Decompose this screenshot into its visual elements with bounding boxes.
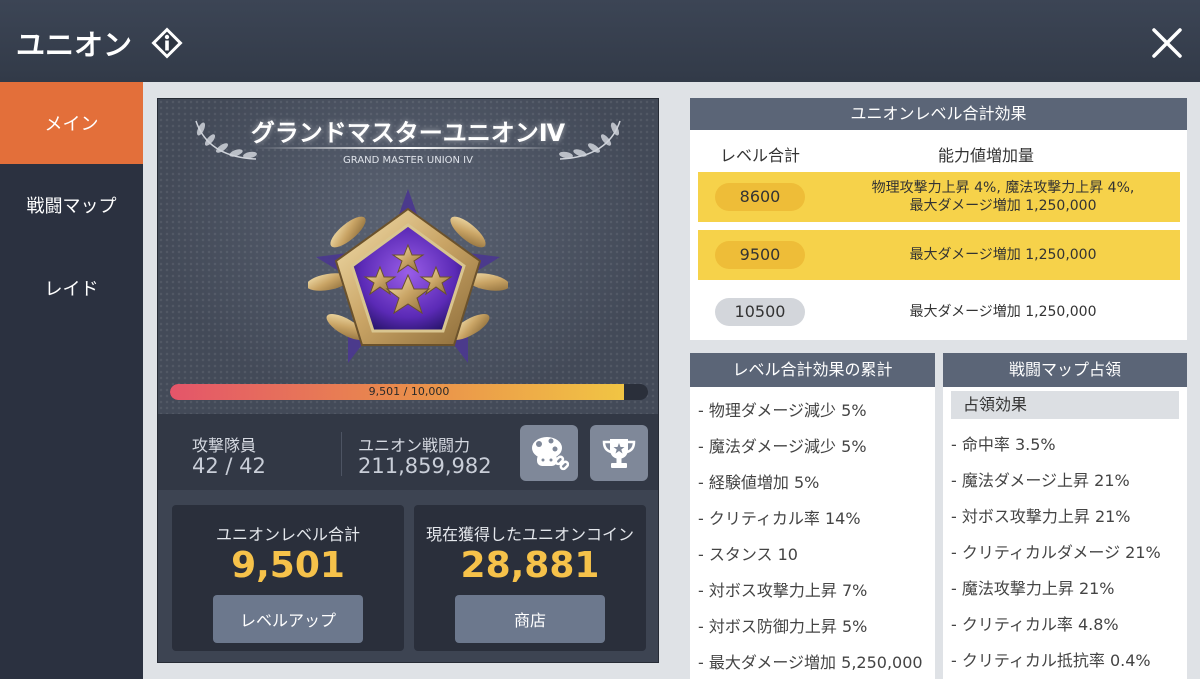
effect-text-value: 最大ダメージ増加 1,250,000 (909, 247, 1097, 263)
info-icon[interactable] (150, 26, 184, 60)
table-row: 8600 物理攻撃力上昇 4%, 魔法攻撃力上昇 4%, 最大ダメージ増加 1,… (698, 172, 1180, 222)
close-icon[interactable] (1148, 24, 1186, 62)
list-item: - クリティカル率 4.8% (951, 615, 1119, 634)
progress-text: 9,501 / 10,000 (368, 385, 450, 398)
effect-text: 最大ダメージ増加 1,250,000 (838, 230, 1168, 280)
rank-title: グランドマスターユニオンⅣ (250, 119, 566, 147)
union-power-label: ユニオン戦闘力 (358, 436, 471, 455)
list-item: - 経験値増加 5% (698, 473, 820, 492)
list-item: - クリティカル抵抗率 0.4% (951, 651, 1151, 670)
member-link-button[interactable] (520, 425, 578, 481)
occupation-title: 戦闘マップ占領 (943, 353, 1187, 387)
effect-text: 物理攻撃力上昇 4%, 魔法攻撃力上昇 4%, 最大ダメージ増加 1,250,0… (838, 172, 1168, 222)
list-item: - 対ボス防御力上昇 5% (698, 617, 868, 636)
rank-divider (253, 147, 563, 149)
cumulative-effects-panel: レベル合計効果の累計 - 物理ダメージ減少 5% - 魔法ダメージ減少 5% -… (690, 353, 935, 679)
shop-button[interactable]: 商店 (455, 595, 605, 643)
occupation-panel: 戦闘マップ占領 占領効果 - 命中率 3.5% - 魔法ダメージ上昇 21% -… (943, 353, 1187, 679)
header-bar: ユニオン (0, 0, 1200, 82)
union-card: グランドマスターユニオンⅣ GRAND MASTER UNION IV 9,50… (157, 98, 659, 663)
mushroom-link-icon (532, 437, 569, 471)
page-title: ユニオン (16, 28, 133, 62)
level-pill: 9500 (715, 241, 805, 269)
cumulative-effects-title: レベル合計効果の累計 (690, 353, 935, 387)
level-pill: 8600 (715, 183, 805, 211)
union-coin-label: 現在獲得したユニオンコイン (425, 525, 634, 544)
level-total-value: 9,501 (231, 545, 345, 586)
list-item: - クリティカルダメージ 21% (951, 543, 1161, 562)
list-item: - 魔法攻撃力上昇 21% (951, 579, 1115, 598)
list-item: - クリティカル率 14% (698, 509, 861, 528)
column-header-effect: 能力値増加量 (938, 146, 1035, 165)
effect-text: 最大ダメージ増加 1,250,000 (838, 287, 1168, 337)
effect-text-value: 物理攻撃力上昇 4%, 魔法攻撃力上昇 4%, 最大ダメージ増加 1,250,0… (871, 180, 1135, 214)
list-item: - 対ボス攻撃力上昇 7% (698, 581, 868, 600)
attack-members-value: 42 / 42 (192, 454, 266, 478)
list-item: - 魔法ダメージ減少 5% (698, 437, 867, 456)
sidebar: メイン 戦闘マップ レイド (0, 82, 143, 679)
sidebar-item-main[interactable]: メイン (0, 82, 143, 164)
level-effects-title: ユニオンレベル合計効果 (690, 98, 1187, 130)
list-item: - スタンス 10 (698, 545, 798, 564)
level-total-panel: ユニオンレベル合計 9,501 レベルアップ (172, 505, 404, 651)
list-item: - 対ボス攻撃力上昇 21% (951, 507, 1131, 526)
list-item: - 魔法ダメージ上昇 21% (951, 471, 1130, 490)
stats-row: 攻撃隊員 42 / 42 ユニオン戦闘力 211,859,982 (158, 414, 658, 490)
attack-members-label: 攻撃隊員 (192, 436, 257, 455)
list-item: - 物理ダメージ減少 5% (698, 401, 867, 420)
list-item: - 最大ダメージ増加 5,250,000 (698, 653, 923, 672)
ranking-button[interactable] (590, 425, 648, 481)
rank-subtitle: GRAND MASTER UNION IV (343, 155, 473, 166)
level-up-button[interactable]: レベルアップ (213, 595, 363, 643)
trophy-icon (602, 439, 636, 468)
rank-progress-bar: 9,501 / 10,000 (170, 384, 648, 400)
table-row: 10500 最大ダメージ増加 1,250,000 (698, 287, 1180, 337)
level-effects-table: ユニオンレベル合計効果 レベル合計 能力値増加量 8600 物理攻撃力上昇 4%… (690, 98, 1187, 340)
union-power-value: 211,859,982 (358, 454, 492, 478)
effect-text-value: 最大ダメージ増加 1,250,000 (909, 304, 1097, 320)
sidebar-item-battle-map[interactable]: 戦闘マップ (0, 164, 143, 246)
union-coin-panel: 現在獲得したユニオンコイン 28,881 商店 (414, 505, 646, 651)
column-header-level: レベル合計 (720, 146, 801, 165)
rank-display: グランドマスターユニオンⅣ GRAND MASTER UNION IV 9,50… (158, 99, 658, 414)
occupation-effects-label: 占領効果 (951, 391, 1179, 419)
union-coin-value: 28,881 (460, 545, 600, 586)
stats-divider (341, 432, 342, 476)
level-pill: 10500 (715, 298, 805, 326)
level-total-label: ユニオンレベル合計 (215, 525, 360, 544)
sidebar-item-raid[interactable]: レイド (0, 247, 143, 329)
list-item: - 命中率 3.5% (951, 435, 1056, 454)
grand-master-emblem-icon (308, 189, 508, 363)
table-row: 9500 最大ダメージ増加 1,250,000 (698, 230, 1180, 280)
